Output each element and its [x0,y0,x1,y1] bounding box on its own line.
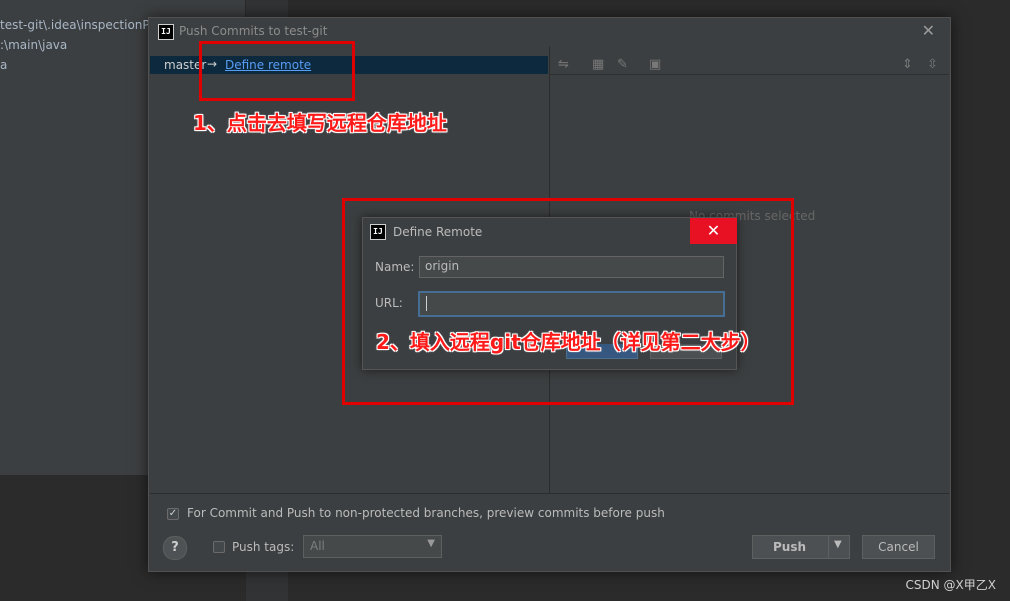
edit-icon[interactable]: ✎ [617,57,628,72]
push-button[interactable]: Push ▼ [752,535,850,559]
project-path-1[interactable]: test-git\.idea\inspectionPr [0,18,154,32]
push-tags-label: Push tags: [232,540,295,554]
intellij-logo-icon: IJ [158,24,174,40]
commit-toolbar: ⇋ ▦ ✎ ▣ ⇕ ⇳ [550,56,949,75]
annotation-step-2: 2、填入远程git仓库地址（详见第二大步） [376,330,761,354]
project-path-2[interactable]: :\main\java [0,38,67,52]
expand-all-icon[interactable]: ⇕ [902,57,913,72]
help-button[interactable]: ? [163,536,187,560]
annotation-box-2 [342,198,794,405]
collapse-all-icon[interactable]: ⇳ [927,57,938,72]
push-button-label: Push [773,540,807,554]
preview-commits-label: For Commit and Push to non-protected bra… [187,506,665,520]
cancel-button[interactable]: Cancel [862,535,935,559]
annotation-box-1 [199,41,355,101]
divider [828,536,829,558]
group-by-icon[interactable]: ▦ [592,57,604,72]
cherry-pick-icon[interactable]: ⇋ [558,57,569,72]
chevron-down-icon[interactable]: ▼ [834,539,842,550]
divider [150,493,949,494]
dialog-title: Push Commits to test-git [179,24,328,38]
watermark: CSDN @X甲乙X [905,578,996,592]
preview-commits-checkbox[interactable]: ✓ [167,508,179,520]
push-tags-value: All [310,539,325,553]
chevron-down-icon: ▼ [427,538,435,549]
push-tags-dropdown[interactable]: All ▼ [303,535,442,558]
close-icon[interactable]: ✕ [922,21,935,40]
project-path-3[interactable]: a [0,58,7,72]
preview-icon[interactable]: ▣ [649,57,661,72]
push-tags-checkbox[interactable] [213,541,225,553]
annotation-step-1: 1、点击去填写远程仓库地址 [193,111,447,135]
